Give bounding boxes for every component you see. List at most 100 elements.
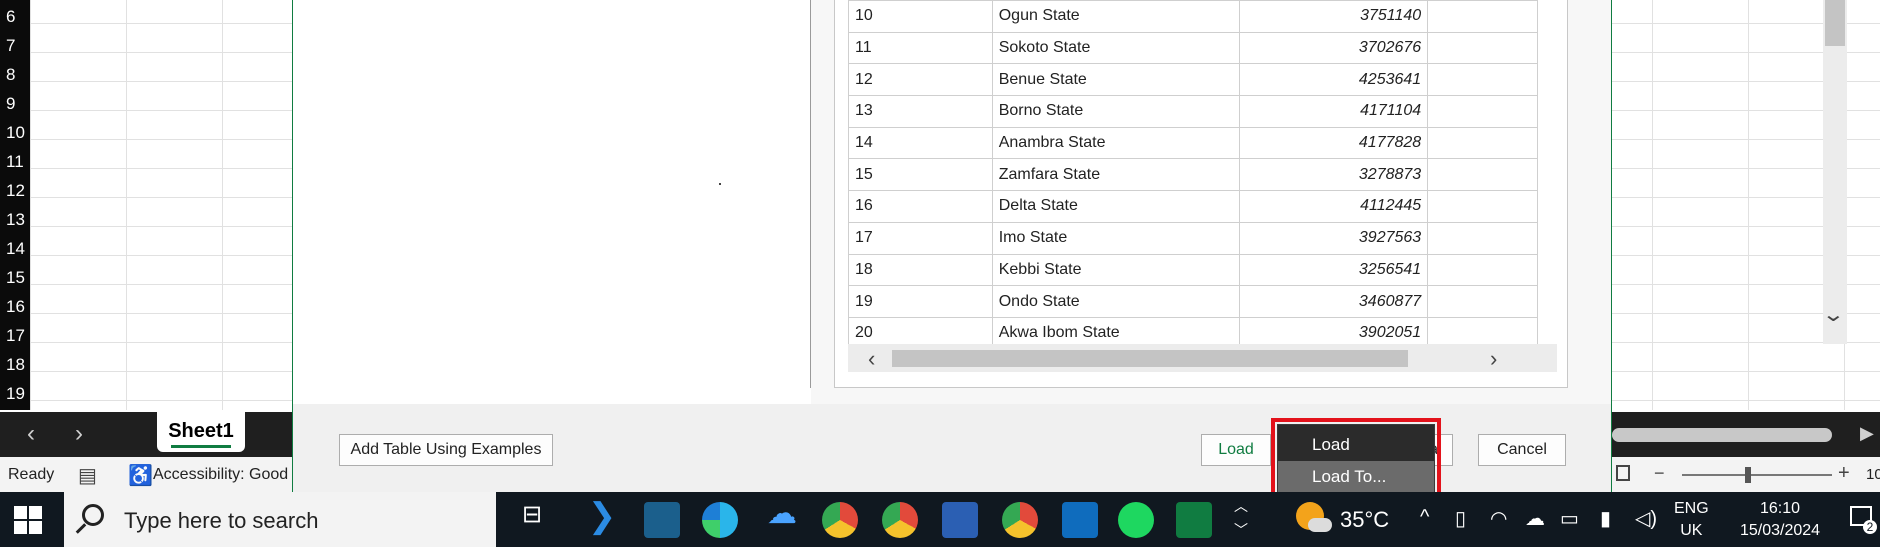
- vertical-scroll-thumb[interactable]: [1825, 0, 1845, 46]
- screen: 6 7 8 9 10 11 12 13 14 15 16 17 18 19 ‹ …: [0, 0, 1880, 547]
- volume-icon[interactable]: ◁): [1635, 506, 1657, 531]
- accessibility-icon[interactable]: ♿: [128, 463, 153, 488]
- add-table-using-examples-button[interactable]: Add Table Using Examples: [339, 434, 553, 466]
- row-header[interactable]: 14: [0, 234, 30, 263]
- table-row: 15 Zamfara State 3278873: [848, 158, 1538, 192]
- zoom-slider[interactable]: [1682, 474, 1832, 476]
- chrome-profile-b-icon[interactable]: [882, 502, 918, 538]
- preview-horizontal-scrollbar[interactable]: ‹ ›: [848, 344, 1557, 372]
- population-cell: 4177828: [1239, 126, 1429, 160]
- row-header[interactable]: 12: [0, 176, 30, 205]
- table-row: 11 Sokoto State 3702676: [848, 31, 1538, 65]
- zoom-percentage[interactable]: 10: [1866, 466, 1880, 483]
- show-hidden-icons-icon[interactable]: ^: [1420, 506, 1429, 529]
- table-row: 13 Borno State 4171104: [848, 95, 1538, 128]
- word-icon[interactable]: [942, 502, 978, 538]
- row-header[interactable]: 11: [0, 147, 30, 176]
- notification-count-badge: 2: [1863, 520, 1877, 534]
- accessibility-status[interactable]: Accessibility: Good t: [153, 466, 297, 484]
- page-layout-icon[interactable]: [1616, 465, 1630, 481]
- row-header[interactable]: 15: [0, 263, 30, 292]
- scroll-left-icon[interactable]: ‹: [868, 346, 875, 372]
- cast-icon[interactable]: ▭: [1560, 506, 1579, 531]
- row-header[interactable]: 6: [0, 2, 30, 31]
- mysql-workbench-icon[interactable]: [644, 502, 680, 538]
- workbook-statistics-icon[interactable]: ▤: [78, 463, 97, 488]
- state-name-cell: Benue State: [991, 63, 1241, 97]
- empty-cell: [1427, 316, 1538, 344]
- scroll-right-icon[interactable]: ›: [1490, 346, 1497, 372]
- chrome-profile-d-icon[interactable]: [1002, 502, 1038, 538]
- onedrive-upload-icon[interactable]: ☁: [762, 496, 802, 531]
- row-header[interactable]: 10: [0, 118, 30, 147]
- clock-date: 15/03/2024: [1739, 522, 1821, 539]
- horizontal-scroll-thumb[interactable]: [892, 350, 1408, 367]
- empty-cell: [1427, 95, 1538, 128]
- row-header[interactable]: 17: [0, 321, 30, 350]
- load-button[interactable]: Load: [1201, 434, 1271, 466]
- row-index-cell: 11: [848, 31, 993, 65]
- sheet-tab[interactable]: Sheet1: [157, 412, 245, 452]
- row-headers: 6 7 8 9 10 11 12 13 14 15 16 17 18 19: [0, 0, 30, 410]
- cancel-button[interactable]: Cancel: [1478, 434, 1566, 466]
- scroll-down-icon[interactable]: ⌄: [1822, 302, 1845, 327]
- sheet-horizontal-scrollbar[interactable]: [1612, 428, 1832, 442]
- row-index-cell: 17: [848, 221, 993, 255]
- navigator-dialog: 10 Ogun State 3751140 11 Sokoto State 370267…: [292, 0, 1847, 492]
- state-name-cell: Anambra State: [991, 126, 1241, 160]
- state-name-cell: Zamfara State: [991, 158, 1241, 192]
- preview-vertical-scrollbar[interactable]: ⌄: [1822, 0, 1847, 344]
- taskbar-overflow-icon[interactable]: ︿ ﹀: [1234, 494, 1248, 542]
- row-index-cell: 14: [848, 126, 993, 160]
- device-icon[interactable]: ▯: [1455, 506, 1466, 531]
- menu-item-load[interactable]: Load: [1278, 429, 1434, 460]
- system-clock[interactable]: 16:10 15/03/2024: [1730, 498, 1830, 542]
- wifi-icon[interactable]: ◠: [1490, 506, 1507, 531]
- weather-icon[interactable]: [1296, 502, 1332, 536]
- row-header[interactable]: 18: [0, 350, 30, 379]
- pane-mark: [719, 183, 721, 185]
- task-view-icon[interactable]: ⊟: [512, 500, 552, 529]
- taskbar-search-box[interactable]: Type here to search: [64, 492, 496, 547]
- population-cell: 3902051: [1239, 316, 1429, 344]
- status-ready: Ready: [8, 466, 55, 483]
- windows-start-icon[interactable]: [14, 506, 42, 534]
- worksheet-grid[interactable]: [30, 0, 292, 410]
- row-header[interactable]: 7: [0, 31, 30, 60]
- row-index-cell: 10: [848, 0, 993, 33]
- vscode-icon[interactable]: ❯: [582, 496, 622, 536]
- outlook-icon[interactable]: [1062, 502, 1098, 538]
- row-header[interactable]: 8: [0, 60, 30, 89]
- row-header[interactable]: 13: [0, 205, 30, 234]
- row-header[interactable]: 16: [0, 292, 30, 321]
- menu-item-load-to[interactable]: Load To...: [1278, 461, 1434, 492]
- row-header[interactable]: 9: [0, 89, 30, 118]
- population-cell: 4112445: [1239, 190, 1429, 223]
- cloud-sync-error-icon[interactable]: ☁: [1525, 506, 1545, 531]
- excel-icon[interactable]: [1176, 502, 1212, 538]
- edge-icon[interactable]: [702, 502, 738, 538]
- zoom-in-icon[interactable]: +: [1838, 462, 1850, 485]
- scroll-right-icon[interactable]: ▶: [1860, 423, 1874, 444]
- empty-cell: [1427, 126, 1538, 160]
- language-indicator[interactable]: ENG UK: [1674, 498, 1709, 542]
- weather-temperature[interactable]: 35°C: [1340, 507, 1389, 533]
- population-cell: 3256541: [1239, 253, 1429, 287]
- pane-divider[interactable]: [810, 0, 811, 388]
- chrome-icon[interactable]: [822, 502, 858, 538]
- zoom-out-icon[interactable]: −: [1654, 463, 1665, 484]
- spotify-icon[interactable]: [1118, 502, 1154, 538]
- next-sheet-icon[interactable]: ›: [64, 420, 94, 448]
- state-name-cell: Sokoto State: [991, 31, 1241, 65]
- empty-cell: [1427, 221, 1538, 255]
- zoom-slider-handle[interactable]: [1745, 467, 1751, 483]
- table-row: 18 Kebbi State 3256541: [848, 253, 1538, 287]
- table-row: 10 Ogun State 3751140: [848, 0, 1538, 33]
- row-header[interactable]: 19: [0, 379, 30, 408]
- state-name-cell: Borno State: [991, 95, 1241, 128]
- state-name-cell: Ondo State: [991, 285, 1241, 318]
- battery-icon[interactable]: ▮: [1600, 506, 1611, 531]
- previous-sheet-icon[interactable]: ‹: [16, 420, 46, 448]
- dialog-body: 10 Ogun State 3751140 11 Sokoto State 370267…: [293, 0, 1847, 404]
- empty-cell: [1427, 190, 1538, 223]
